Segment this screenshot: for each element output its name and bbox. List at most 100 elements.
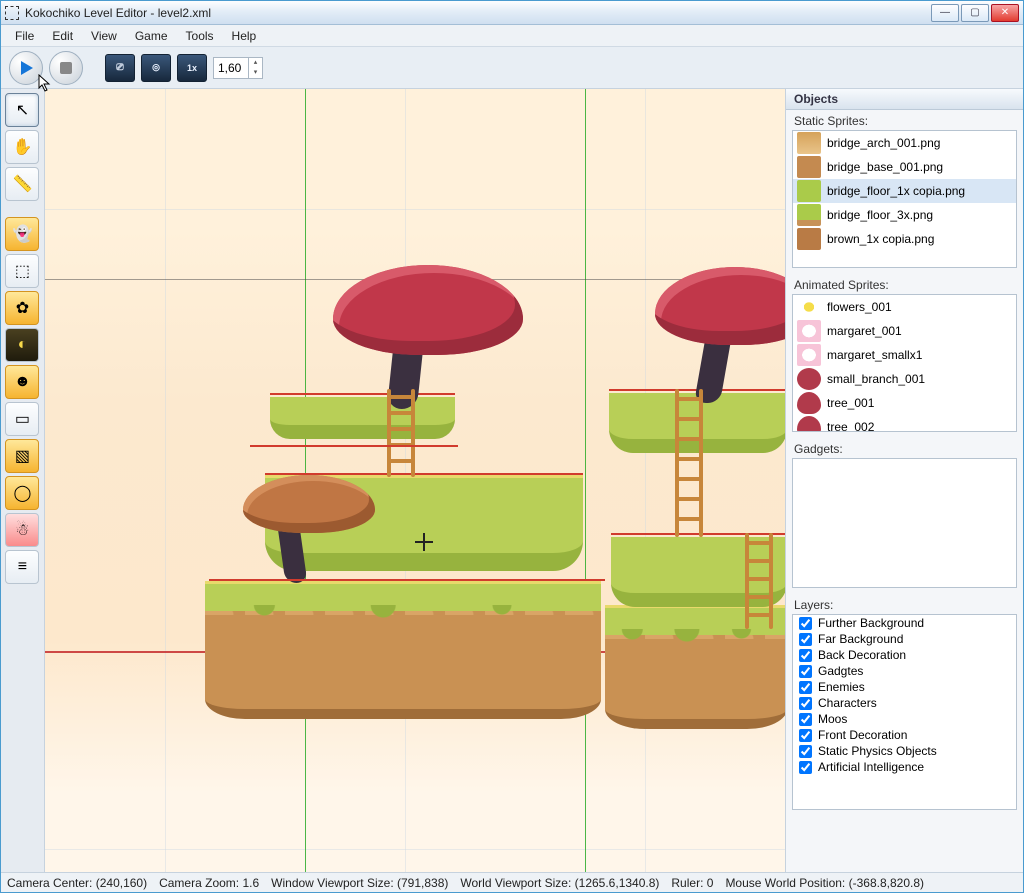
zoom-input[interactable]: 1,60 ▴ ▾ <box>213 57 263 79</box>
status-label: Camera Zoom: <box>159 876 239 890</box>
menu-help[interactable]: Help <box>224 27 265 45</box>
select-tool[interactable]: ↖ <box>5 93 39 127</box>
static-sprites-list[interactable]: bridge_arch_001.png bridge_base_001.png … <box>792 130 1017 268</box>
layer-checkbox[interactable] <box>799 713 812 726</box>
animated-sprites-list[interactable]: flowers_001 margaret_001 margaret_smallx… <box>792 294 1017 432</box>
main-toolbar: ⎚ ◎ 1x 1,60 ▴ ▾ <box>1 47 1023 89</box>
list-item[interactable]: margaret_001 <box>793 319 1016 343</box>
list-item[interactable]: brown_1x copia.png <box>793 227 1016 251</box>
list-item[interactable]: tree_002 <box>793 415 1016 432</box>
menu-file[interactable]: File <box>7 27 42 45</box>
layer-row[interactable]: Characters <box>793 695 1016 711</box>
list-item-label: bridge_floor_3x.png <box>827 208 933 222</box>
layer-label: Further Background <box>818 616 924 630</box>
face-tool[interactable]: ☻ <box>5 365 39 399</box>
mask-icon: ◐ <box>18 336 28 354</box>
layers-list[interactable]: Further Background Far Background Back D… <box>792 614 1017 810</box>
canvas[interactable] <box>45 89 785 872</box>
layer-checkbox[interactable] <box>799 729 812 742</box>
mask-tool[interactable]: ◐ <box>5 328 39 362</box>
gear-icon: ✿ <box>16 298 29 318</box>
ruler-tool[interactable]: 📏 <box>5 167 39 201</box>
list-item-label: bridge_floor_1x copia.png <box>827 184 965 198</box>
character-tool[interactable]: ☃ <box>5 513 39 547</box>
tool-strip: ↖ ✋ 📏 👻 ⬚ ✿ ◐ ☻ ▭ ▧ ◯ ☃ ≡ <box>1 89 45 872</box>
zoom-fit-icon[interactable]: ◎ <box>141 54 171 82</box>
layer-label: Characters <box>818 696 877 710</box>
list-item[interactable]: flowers_001 <box>793 295 1016 319</box>
stop-button[interactable] <box>49 51 83 85</box>
zoom-spin-down[interactable]: ▾ <box>248 68 262 78</box>
list-item[interactable]: small_branch_001 <box>793 367 1016 391</box>
layer-label: Gadgtes <box>818 664 863 678</box>
list-item-label: bridge_base_001.png <box>827 160 943 174</box>
list-item-label: tree_002 <box>827 420 874 432</box>
list-item[interactable]: tree_001 <box>793 391 1016 415</box>
gadgets-list[interactable] <box>792 458 1017 588</box>
close-button[interactable]: ✕ <box>991 4 1019 22</box>
layer-checkbox[interactable] <box>799 681 812 694</box>
layer-label: Far Background <box>818 632 903 646</box>
circle-tool[interactable]: ◯ <box>5 476 39 510</box>
face-icon: ☻ <box>14 373 31 391</box>
layers-label: Layers: <box>786 594 1023 614</box>
zoom-region-icon[interactable]: ⎚ <box>105 54 135 82</box>
zoom-spin-up[interactable]: ▴ <box>248 58 262 68</box>
list-item[interactable]: bridge_base_001.png <box>793 155 1016 179</box>
status-label: Mouse World Position: <box>725 876 845 890</box>
menu-edit[interactable]: Edit <box>44 27 81 45</box>
layer-checkbox[interactable] <box>799 761 812 774</box>
list-item[interactable]: bridge_floor_3x.png <box>793 203 1016 227</box>
list-item[interactable]: margaret_smallx1 <box>793 343 1016 367</box>
menu-tools[interactable]: Tools <box>178 27 222 45</box>
static-sprites-label: Static Sprites: <box>786 110 1023 130</box>
gear-tool[interactable]: ✿ <box>5 291 39 325</box>
status-label: World Viewport Size: <box>460 876 571 890</box>
minimize-button[interactable]: — <box>931 4 959 22</box>
layer-row[interactable]: Static Physics Objects <box>793 743 1016 759</box>
circle-icon: ◯ <box>13 483 31 503</box>
ghost-tool[interactable]: 👻 <box>5 217 39 251</box>
layer-row[interactable]: Far Background <box>793 631 1016 647</box>
layer-label: Enemies <box>818 680 865 694</box>
ladder-tool[interactable]: ≡ <box>5 550 39 584</box>
zoom-1x-icon[interactable]: 1x <box>177 54 207 82</box>
list-item[interactable]: bridge_arch_001.png <box>793 131 1016 155</box>
status-label: Camera Center: <box>7 876 92 890</box>
box-tool[interactable]: ▧ <box>5 439 39 473</box>
rect-tool[interactable]: ▭ <box>5 402 39 436</box>
egg-tool[interactable]: ⬚ <box>5 254 39 288</box>
status-value: 1.6 <box>242 876 259 890</box>
play-button[interactable] <box>9 51 43 85</box>
app-icon <box>5 6 19 20</box>
layer-row[interactable]: Artificial Intelligence <box>793 759 1016 775</box>
layer-row[interactable]: Enemies <box>793 679 1016 695</box>
layer-row[interactable]: Further Background <box>793 615 1016 631</box>
layer-checkbox[interactable] <box>799 697 812 710</box>
menu-bar: File Edit View Game Tools Help <box>1 25 1023 47</box>
list-item[interactable]: bridge_floor_1x copia.png <box>793 179 1016 203</box>
list-item-label: bridge_arch_001.png <box>827 136 940 150</box>
gadgets-label: Gadgets: <box>786 438 1023 458</box>
layer-checkbox[interactable] <box>799 665 812 678</box>
list-item-label: margaret_001 <box>827 324 902 338</box>
status-label: Window Viewport Size: <box>271 876 394 890</box>
layer-checkbox[interactable] <box>799 745 812 758</box>
layer-checkbox[interactable] <box>799 649 812 662</box>
titlebar[interactable]: Kokochiko Level Editor - level2.xml — ▢ … <box>1 1 1023 25</box>
layer-checkbox[interactable] <box>799 633 812 646</box>
status-value: (-368.8,820.8) <box>849 876 924 890</box>
hand-icon: ✋ <box>12 137 32 157</box>
layer-row[interactable]: Moos <box>793 711 1016 727</box>
layer-label: Static Physics Objects <box>818 744 937 758</box>
maximize-button[interactable]: ▢ <box>961 4 989 22</box>
objects-panel: Objects Static Sprites: bridge_arch_001.… <box>785 89 1023 872</box>
menu-view[interactable]: View <box>83 27 125 45</box>
status-bar: Camera Center: (240,160) Camera Zoom: 1.… <box>1 872 1023 892</box>
hand-tool[interactable]: ✋ <box>5 130 39 164</box>
layer-row[interactable]: Gadgtes <box>793 663 1016 679</box>
layer-checkbox[interactable] <box>799 617 812 630</box>
menu-game[interactable]: Game <box>127 27 176 45</box>
layer-row[interactable]: Back Decoration <box>793 647 1016 663</box>
layer-row[interactable]: Front Decoration <box>793 727 1016 743</box>
